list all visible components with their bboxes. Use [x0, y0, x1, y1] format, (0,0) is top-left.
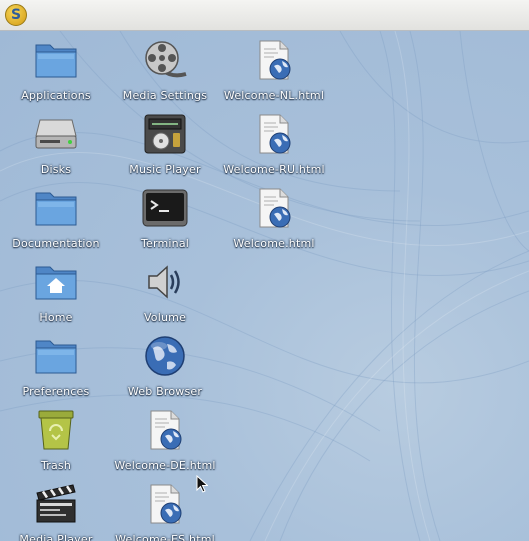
icon-label: Preferences	[22, 385, 90, 398]
folder-icon	[33, 334, 79, 378]
mouse-pointer-icon	[196, 475, 208, 493]
html-document-icon	[142, 482, 188, 526]
desktop-icon-welcome-ru[interactable]: Welcome-RU.html	[222, 112, 326, 182]
film-reel-icon	[142, 38, 188, 82]
icon-label: Media Player	[19, 533, 93, 541]
icon-label: Terminal	[140, 237, 190, 250]
icon-label: Home	[39, 311, 73, 324]
globe-icon	[142, 334, 188, 378]
icon-label: Welcome-ES.html	[115, 533, 215, 541]
icon-label: Applications	[21, 89, 91, 102]
terminal-icon	[142, 186, 188, 230]
desktop-background: Applications Disks Documentation Home Pr…	[0, 31, 529, 541]
icon-label: Disks	[40, 163, 72, 176]
html-document-icon	[251, 186, 297, 230]
desktop-icon-volume[interactable]: Volume	[113, 260, 217, 330]
desktop-icon-welcome-de[interactable]: Welcome-DE.html	[113, 408, 217, 478]
desktop-icon-disks[interactable]: Disks	[4, 112, 108, 182]
folder-icon	[33, 186, 79, 230]
icon-label: Music Player	[129, 163, 201, 176]
desktop-icon-welcome[interactable]: Welcome.html	[222, 186, 326, 256]
desktop-icon-music-player[interactable]: Music Player	[113, 112, 217, 182]
icon-label: Welcome-DE.html	[114, 459, 216, 472]
html-document-icon	[142, 408, 188, 452]
icon-label: Welcome-NL.html	[223, 89, 325, 102]
icon-label: Welcome.html	[233, 237, 315, 250]
desktop-icon-terminal[interactable]: Terminal	[113, 186, 217, 256]
music-player-icon	[142, 112, 188, 156]
html-document-icon	[251, 38, 297, 82]
icon-label: Media Settings	[122, 89, 208, 102]
home-folder-icon	[33, 260, 79, 304]
icon-label: Web Browser	[127, 385, 203, 398]
desktop-icon-media-player[interactable]: Media Player	[4, 482, 108, 541]
icon-label: Welcome-RU.html	[223, 163, 325, 176]
folder-icon	[33, 38, 79, 82]
desktop-icon-preferences[interactable]: Preferences	[4, 334, 108, 404]
desktop-icon-trash[interactable]: Trash	[4, 408, 108, 478]
html-document-icon	[251, 112, 297, 156]
icon-label: Volume	[143, 311, 187, 324]
icon-label: Documentation	[12, 237, 100, 250]
top-panel: S	[0, 0, 529, 31]
desktop-icon-welcome-nl[interactable]: Welcome-NL.html	[222, 38, 326, 108]
trash-icon	[33, 408, 79, 452]
clapperboard-icon	[33, 482, 79, 526]
icon-label: Trash	[40, 459, 72, 472]
desktop-icon-applications[interactable]: Applications	[4, 38, 108, 108]
desktop-icon-media-settings[interactable]: Media Settings	[113, 38, 217, 108]
desktop-icon-home[interactable]: Home	[4, 260, 108, 330]
drive-icon	[33, 112, 79, 156]
desktop-icon-documentation[interactable]: Documentation	[4, 186, 108, 256]
desktop-icon-web-browser[interactable]: Web Browser	[113, 334, 217, 404]
speaker-icon	[142, 260, 188, 304]
app-menu-logo-icon[interactable]: S	[5, 4, 27, 26]
